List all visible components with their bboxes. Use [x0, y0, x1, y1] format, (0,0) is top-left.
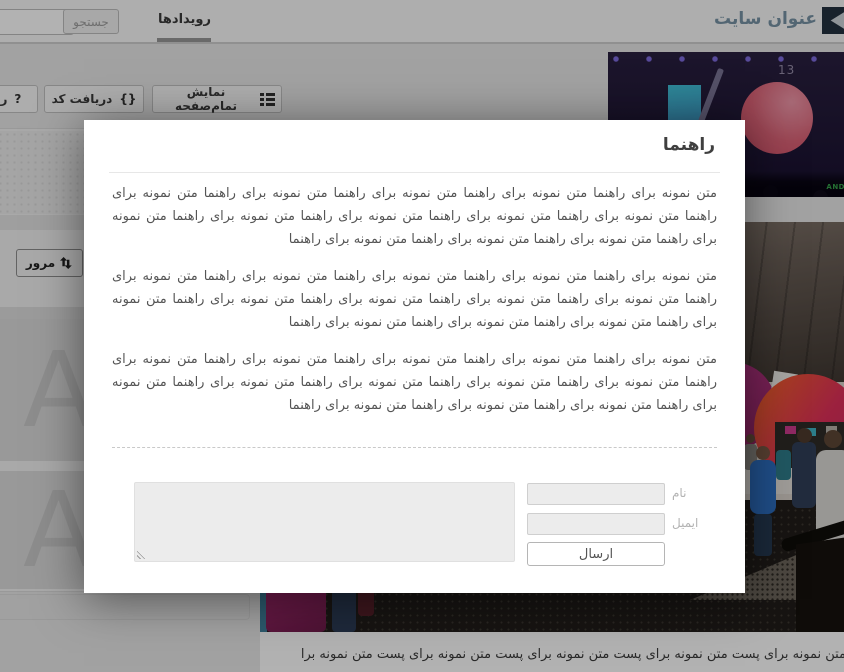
help-paragraph: متن نمونه برای راهنما متن نمونه برای راه…	[112, 348, 717, 417]
send-button[interactable]: ارسال	[527, 542, 665, 566]
dashed-separator	[112, 447, 717, 448]
modal-title-divider	[109, 172, 720, 173]
page: عنوان سایت رویدادها جستجو نمایش تمام‌صفح…	[0, 0, 844, 672]
name-input[interactable]	[527, 483, 665, 505]
help-text: متن نمونه برای راهنما متن نمونه برای راه…	[112, 182, 717, 431]
help-modal: راهنما متن نمونه برای راهنما متن نمونه ب…	[84, 120, 745, 593]
message-textarea[interactable]	[134, 482, 515, 562]
name-label: نام	[672, 486, 686, 500]
email-label: ایمیل	[672, 516, 698, 530]
email-input[interactable]	[527, 513, 665, 535]
help-paragraph: متن نمونه برای راهنما متن نمونه برای راه…	[112, 265, 717, 334]
help-paragraph: متن نمونه برای راهنما متن نمونه برای راه…	[112, 182, 717, 251]
modal-title: راهنما	[663, 135, 715, 155]
